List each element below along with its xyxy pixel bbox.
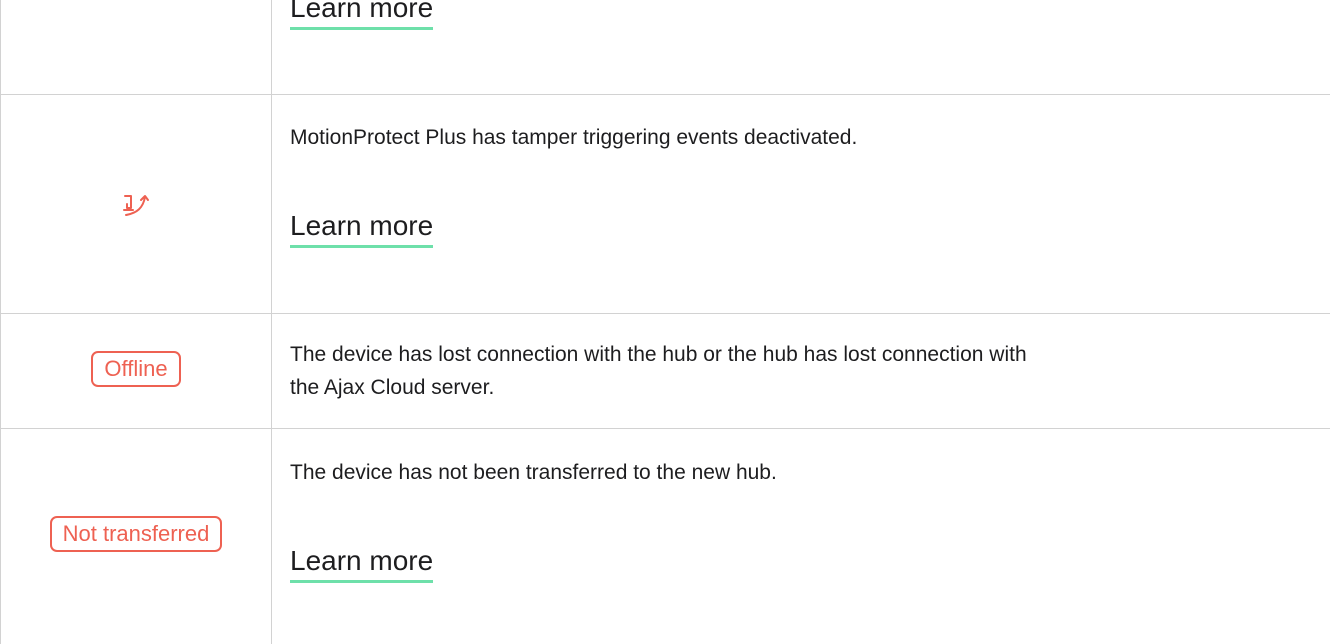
row-divider [0, 94, 1330, 95]
learn-more-link[interactable]: Learn more [290, 544, 434, 583]
learn-more-link[interactable]: Learn more [290, 0, 434, 30]
row-divider [0, 428, 1330, 429]
row-divider [0, 313, 1330, 314]
not-transferred-badge: Not transferred [49, 516, 223, 552]
description-text-line-2: the Ajax Cloud server. [290, 376, 495, 399]
table-row-badge-cell: Not transferred [1, 509, 271, 559]
status-table: Learn more MotionProtect Plus has tamper… [0, 0, 1330, 644]
offline-badge: Offline [91, 351, 181, 387]
learn-more-link[interactable]: Learn more [290, 209, 434, 248]
table-row-description: The device has lost connection with the … [290, 338, 1310, 404]
table-column-divider [271, 0, 272, 644]
description-text: MotionProtect Plus has tamper triggering… [290, 126, 858, 149]
description-text-line-1: The device has lost connection with the … [290, 343, 1027, 366]
table-row-description: MotionProtect Plus has tamper triggering… [290, 121, 1310, 154]
table-row-badge-cell: Offline [1, 344, 271, 394]
tamper-deactivated-icon [116, 189, 156, 229]
table-row-icon-cell [1, 184, 271, 234]
table-row-description: The device has not been transferred to t… [290, 456, 1310, 489]
description-text: The device has not been transferred to t… [290, 461, 777, 484]
